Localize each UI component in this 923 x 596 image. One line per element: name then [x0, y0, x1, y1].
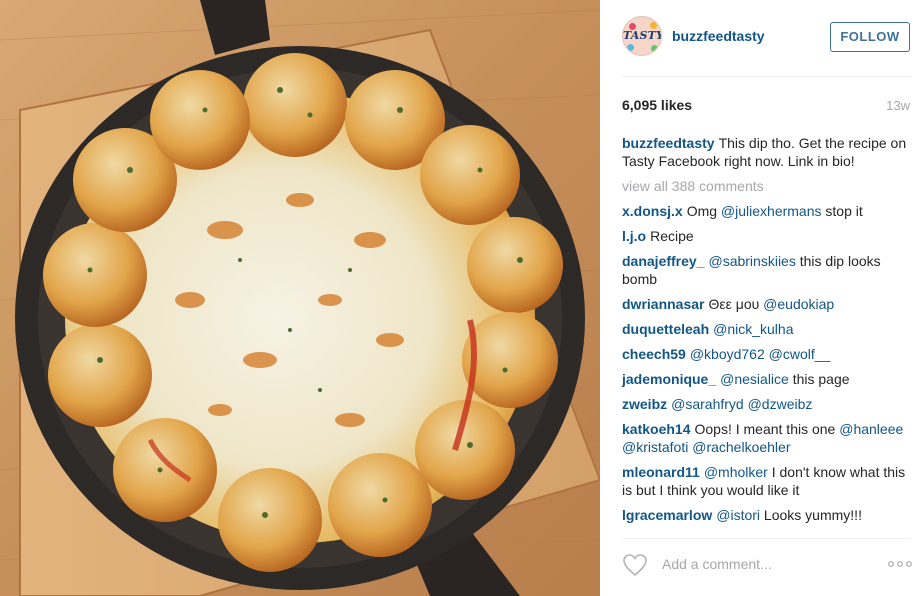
- comment-row: x.donsj.x Omg @juliexhermans stop it: [622, 202, 912, 220]
- comment-username[interactable]: duquetteleah: [622, 321, 709, 337]
- comment-text: Looks yummy!!!: [760, 507, 862, 523]
- comment-username[interactable]: cheech59: [622, 346, 686, 362]
- tasty-logo-icon: TASTY: [623, 29, 662, 42]
- comment-mention[interactable]: @dzweibz: [748, 396, 813, 412]
- comment-text: this page: [788, 371, 850, 387]
- comment-text: Θεε μου: [708, 296, 764, 312]
- comment-mention[interactable]: @rachelkoehler: [692, 439, 790, 455]
- more-options-icon[interactable]: [888, 560, 912, 568]
- view-all-comments-link[interactable]: view all 388 comments: [622, 177, 912, 195]
- comment-username[interactable]: l.j.o: [622, 228, 646, 244]
- comment-row: lgracemarlow @istori Looks yummy!!!: [622, 506, 912, 524]
- comment-row: katkoeh14 Oops! I meant this one @hanleee…: [622, 420, 912, 456]
- post-footer: Add a comment...: [622, 551, 912, 579]
- follow-button[interactable]: FOLLOW: [830, 22, 910, 52]
- post-timestamp[interactable]: 13w: [886, 98, 910, 113]
- comment-row: zweibz @sarahfryd @dzweibz: [622, 395, 912, 413]
- comment-text: Oops! I meant this one: [694, 421, 840, 437]
- comment-username[interactable]: mleonard11: [622, 464, 700, 480]
- comment-username[interactable]: zweibz: [622, 396, 667, 412]
- heart-outline-icon[interactable]: [622, 553, 648, 577]
- cheese-dip-skillet-image: [0, 0, 600, 596]
- comment-mention[interactable]: @kristafoti: [622, 439, 688, 455]
- post-header: TASTY buzzfeedtasty FOLLOW: [622, 14, 910, 62]
- comment-username[interactable]: lgracemarlow: [622, 507, 712, 523]
- comment-rows: x.donsj.x Omg @juliexhermans stop it l.j.o…: [622, 202, 912, 524]
- comment-row: mleonard11 @mholker I don't know what thi…: [622, 463, 912, 499]
- comment-username[interactable]: dwriannasar: [622, 296, 704, 312]
- comment-username[interactable]: jademonique_: [622, 371, 716, 387]
- comment-row: danajeffrey_ @sabrinskiies this dip looks…: [622, 252, 912, 288]
- avatar-dot: [651, 45, 658, 52]
- post-side-panel: TASTY buzzfeedtasty FOLLOW 6,095 likes 1…: [600, 0, 923, 596]
- comment-row: cheech59 @kboyd762 @cwolf__: [622, 345, 912, 363]
- comment-username[interactable]: x.donsj.x: [622, 203, 683, 219]
- comment-mention[interactable]: @sarahfryd: [671, 396, 744, 412]
- comment-mention[interactable]: @juliexhermans: [721, 203, 822, 219]
- comment-text: Recipe: [650, 228, 694, 244]
- avatar-dot: [650, 22, 657, 29]
- comment-mention[interactable]: @hanleee: [839, 421, 903, 437]
- comment-row: l.j.o Recipe: [622, 227, 912, 245]
- comment-row: dwriannasar Θεε μου @eudokiap: [622, 295, 912, 313]
- caption: buzzfeedtasty This dip tho. Get the recip…: [622, 134, 912, 170]
- comment-mention[interactable]: @kboyd762: [690, 346, 765, 362]
- comment-text: Omg: [686, 203, 721, 219]
- caption-username[interactable]: buzzfeedtasty: [622, 135, 715, 151]
- header-divider: [622, 76, 910, 77]
- comment-row: duquetteleah @nick_kulha: [622, 320, 912, 338]
- comment-mention[interactable]: @istori: [716, 507, 760, 523]
- instagram-post: TASTY buzzfeedtasty FOLLOW 6,095 likes 1…: [0, 0, 923, 596]
- likes-count[interactable]: 6,095 likes: [622, 97, 692, 113]
- avatar-dot: [627, 44, 634, 51]
- comment-mention[interactable]: @nesialice: [720, 371, 789, 387]
- author-username[interactable]: buzzfeedtasty: [672, 28, 765, 44]
- comment-mention[interactable]: @cwolf__: [769, 346, 831, 362]
- comment-row: jademonique_ @nesialice this page: [622, 370, 912, 388]
- footer-divider: [622, 538, 910, 539]
- add-comment-input[interactable]: Add a comment...: [662, 556, 772, 572]
- comment-mention[interactable]: @nick_kulha: [713, 321, 793, 337]
- comment-mention[interactable]: @mholker: [704, 464, 768, 480]
- post-photo[interactable]: [0, 0, 600, 596]
- comment-mention[interactable]: @sabrinskiies: [708, 253, 795, 269]
- comment-mention[interactable]: @eudokiap: [763, 296, 834, 312]
- comment-text: stop it: [821, 203, 863, 219]
- comment-username[interactable]: danajeffrey_: [622, 253, 704, 269]
- comment-username[interactable]: katkoeh14: [622, 421, 690, 437]
- author-avatar[interactable]: TASTY: [622, 16, 662, 56]
- comments-list: buzzfeedtasty This dip tho. Get the recip…: [622, 134, 912, 531]
